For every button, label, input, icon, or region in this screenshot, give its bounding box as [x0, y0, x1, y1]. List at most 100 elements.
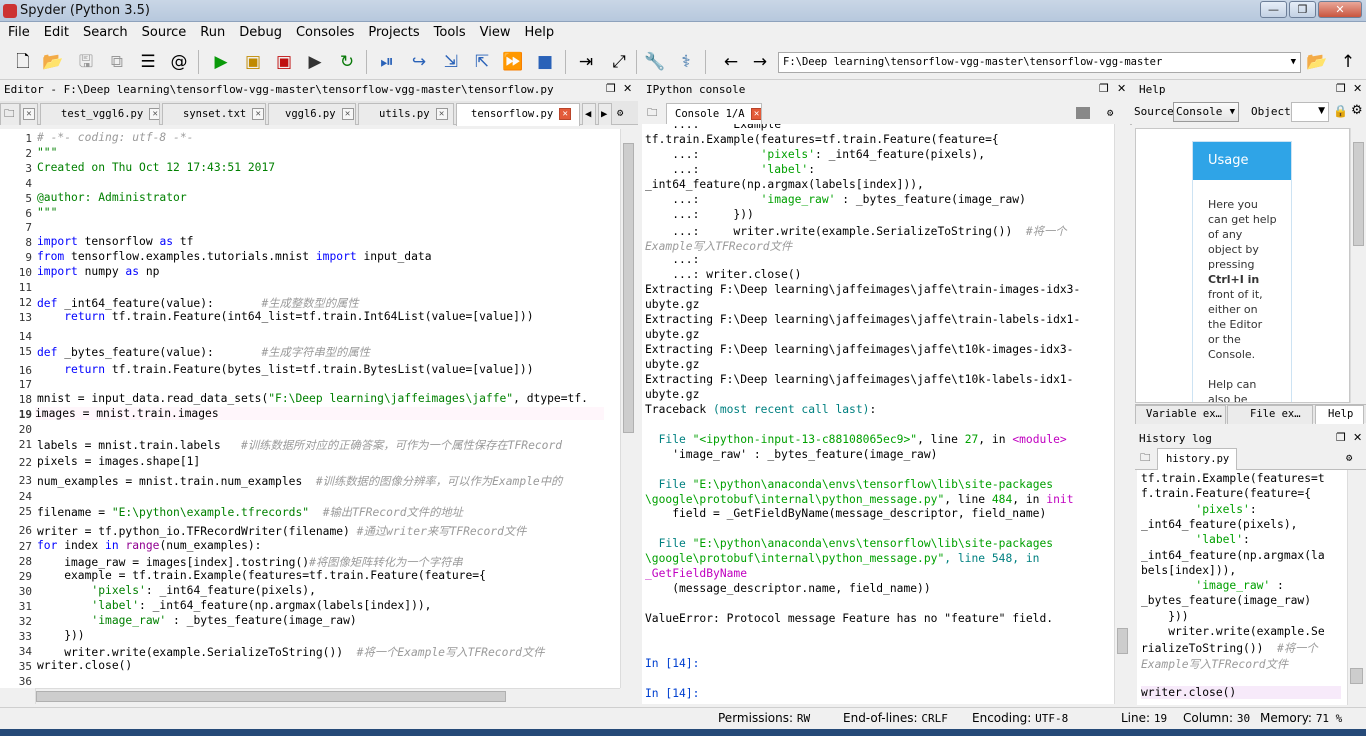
- debug-icon[interactable]: ⏯: [376, 51, 398, 73]
- close-icon[interactable]: ✕: [149, 108, 159, 120]
- tab-scroll-left-icon[interactable]: ◀: [582, 103, 596, 125]
- list-icon[interactable]: ☰: [137, 51, 159, 73]
- menu-help[interactable]: Help: [517, 22, 561, 40]
- close-pane-icon[interactable]: ✕: [623, 82, 632, 95]
- menu-debug[interactable]: Debug: [231, 22, 288, 40]
- undock-icon[interactable]: ❐: [1336, 431, 1346, 444]
- gear-icon[interactable]: ⚙: [614, 103, 636, 125]
- gear-icon[interactable]: ⚙: [1351, 103, 1363, 118]
- scrollbar-thumb[interactable]: [623, 143, 634, 433]
- tab-variable-explorer[interactable]: Variable ex…: [1135, 405, 1226, 424]
- close-window-button[interactable]: ✕: [1318, 1, 1362, 18]
- step-return-icon[interactable]: ⇱: [471, 51, 493, 73]
- history-scrollbar[interactable]: [1347, 470, 1366, 705]
- browse-tabs-icon[interactable]: 🗀: [644, 103, 664, 125]
- parent-dir-icon[interactable]: ↑: [1337, 51, 1359, 73]
- close-icon[interactable]: ✕: [435, 108, 448, 120]
- undock-icon[interactable]: ❐: [606, 82, 616, 95]
- tab-history[interactable]: history.py: [1157, 448, 1237, 470]
- scrollbar-thumb[interactable]: [1117, 628, 1128, 654]
- stop-icon[interactable]: ■: [534, 51, 556, 73]
- run-icon[interactable]: ▶: [210, 51, 232, 73]
- chevron-down-icon[interactable]: ▼: [1291, 53, 1296, 72]
- undock-icon[interactable]: ❐: [1336, 82, 1346, 95]
- editor-horizontal-scrollbar[interactable]: [35, 688, 620, 704]
- run-cell-advance-icon[interactable]: ▣: [273, 51, 295, 73]
- help-scrollbar[interactable]: [1350, 128, 1366, 403]
- browse-tabs-icon[interactable]: 🗀: [1137, 448, 1157, 470]
- forward-icon[interactable]: →: [749, 51, 771, 73]
- tab-help[interactable]: Help: [1315, 405, 1364, 424]
- minimize-button[interactable]: —: [1260, 1, 1287, 18]
- lock-icon[interactable]: 🔒: [1333, 104, 1348, 118]
- menu-search[interactable]: Search: [75, 22, 134, 40]
- source-select[interactable]: Console ▼: [1173, 102, 1239, 122]
- save-icon[interactable]: 🖫: [75, 51, 97, 73]
- close-pane-icon[interactable]: ✕: [1353, 431, 1362, 444]
- python-path-icon[interactable]: ⚕: [675, 51, 697, 73]
- tab-utils[interactable]: utils.py ✕: [358, 103, 454, 125]
- close-pane-icon[interactable]: ✕: [1117, 82, 1126, 95]
- scrollbar-thumb[interactable]: [1353, 142, 1364, 246]
- menu-file[interactable]: File: [0, 22, 36, 40]
- menu-source[interactable]: Source: [134, 22, 193, 40]
- open-folder-icon[interactable]: 📂: [42, 51, 64, 73]
- fullscreen-icon[interactable]: ⤢: [608, 51, 630, 73]
- gear-icon[interactable]: ⚙: [1343, 448, 1365, 470]
- console-output[interactable]: ...: Example tf.train.Example(features=tf…: [642, 124, 1114, 704]
- new-file-icon[interactable]: 🗋: [12, 51, 34, 73]
- maximize-button[interactable]: ❐: [1289, 1, 1316, 18]
- maximize-pane-icon[interactable]: ⇥: [575, 51, 597, 73]
- save-all-icon[interactable]: ⧉: [106, 51, 128, 73]
- tab-synset[interactable]: synset.txt ✕: [162, 103, 266, 125]
- close-icon[interactable]: ✕: [252, 108, 265, 120]
- code-line: Extracting F:\Deep learning\jaffeimages\…: [645, 283, 1080, 296]
- tab-console-1a[interactable]: Console 1/A ✕: [666, 103, 762, 126]
- menu-view[interactable]: View: [472, 22, 517, 40]
- code-line: (message_descriptor.name, field_name)): [645, 582, 930, 595]
- help-bottom-tabs: Variable ex… File ex… Help: [1135, 404, 1366, 424]
- close-icon[interactable]: ✕: [750, 108, 761, 120]
- menu-tools[interactable]: Tools: [426, 22, 472, 40]
- scrollbar-thumb[interactable]: [36, 691, 506, 702]
- step-icon[interactable]: ↪: [408, 51, 430, 73]
- continue-icon[interactable]: ⏩: [502, 51, 524, 73]
- tab-vgg16[interactable]: vggl6.py ✕: [268, 103, 356, 125]
- menu-projects[interactable]: Projects: [360, 22, 425, 40]
- code-token: tensorflow: [77, 235, 160, 249]
- close-tab-button[interactable]: ✕: [20, 103, 38, 125]
- browse-tabs-icon[interactable]: 🗀: [0, 103, 20, 125]
- at-icon[interactable]: @: [168, 51, 190, 73]
- menu-consoles[interactable]: Consoles: [288, 22, 360, 40]
- rerun-icon[interactable]: ↻: [336, 51, 358, 73]
- line-number: 12: [18, 295, 32, 309]
- editor-vertical-scrollbar[interactable]: [620, 129, 636, 688]
- tab-scroll-right-icon[interactable]: ▶: [598, 103, 612, 125]
- working-directory-field[interactable]: F:\Deep learning\tensorflow-vgg-master\t…: [778, 52, 1301, 73]
- close-pane-icon[interactable]: ✕: [1353, 82, 1362, 95]
- scrollbar-thumb[interactable]: [1350, 668, 1363, 684]
- browse-folder-icon[interactable]: 📂: [1306, 51, 1328, 73]
- code-token: :: [808, 162, 816, 176]
- back-icon[interactable]: ←: [720, 51, 742, 73]
- code-editor[interactable]: 1 2 3 4 5 6 7 8 9 10 11 12 13 14 15 16 17 18 19 20 21 22 23 24 2…: [0, 129, 620, 688]
- tab-file-explorer[interactable]: File ex…: [1227, 405, 1313, 424]
- code-token: Extracting F:\Deep learning\jaffeimages\…: [645, 372, 1074, 386]
- tab-tensorflow[interactable]: tensorflow.py ✕: [456, 103, 580, 126]
- close-icon[interactable]: ✕: [341, 108, 354, 120]
- object-combobox[interactable]: ▼: [1291, 102, 1329, 122]
- console-scrollbar[interactable]: [1114, 124, 1130, 704]
- history-log-content[interactable]: tf.train.Example(features=t f.train.Featu…: [1137, 470, 1347, 705]
- preferences-icon[interactable]: 🔧: [644, 51, 666, 73]
- close-icon[interactable]: ✕: [559, 108, 572, 120]
- tab-test-vgg16[interactable]: test_vggl6.py ✕: [40, 103, 160, 125]
- stop-console-icon[interactable]: [1076, 107, 1090, 119]
- menu-edit[interactable]: Edit: [36, 22, 75, 40]
- run-cell-icon[interactable]: ▣: [242, 51, 264, 73]
- step-into-icon[interactable]: ⇲: [440, 51, 462, 73]
- run-selection-icon[interactable]: ▶: [304, 51, 326, 73]
- menu-run[interactable]: Run: [192, 22, 231, 40]
- code-token: : _bytes_feature(image_raw): [835, 192, 1026, 206]
- undock-icon[interactable]: ❐: [1099, 82, 1109, 95]
- gear-icon[interactable]: ⚙: [1104, 103, 1126, 125]
